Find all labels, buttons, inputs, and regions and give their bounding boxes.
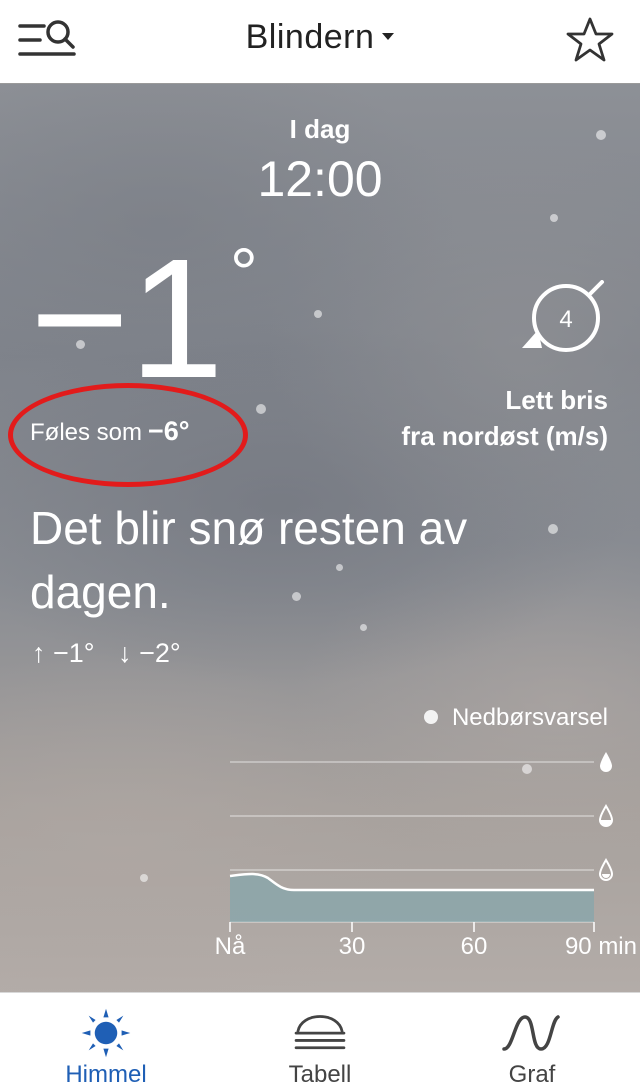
- max-temperature: ↑ −1°: [32, 638, 95, 668]
- precipitation-label: Nedbørsvarsel: [451, 704, 608, 731]
- location-name: Blindern: [245, 18, 375, 56]
- radar-dot-icon: [423, 709, 438, 724]
- snowflake: [360, 624, 367, 631]
- snowflake: [140, 874, 148, 882]
- table-cloud-icon: [294, 1015, 346, 1050]
- wind-direction: fra nordøst (m/s): [401, 421, 608, 451]
- x-label-60: 60: [461, 933, 488, 960]
- app-header: Blindern: [0, 0, 640, 84]
- forecast-day: I dag: [289, 114, 351, 144]
- tab-label-tabell: Tabell: [288, 1061, 352, 1088]
- drop-light-icon: [598, 858, 614, 881]
- tab-himmel[interactable]: Himmel: [40, 993, 172, 1091]
- min-max-temperature: ↑ −1° ↓ −2°: [32, 638, 197, 669]
- highlight-annotation: [8, 383, 248, 487]
- tab-label-himmel: Himmel: [65, 1061, 147, 1088]
- weather-summary: Det blir snø resten av dagen.: [30, 502, 468, 618]
- degree-symbol: °: [229, 234, 258, 312]
- forecast-time: 12:00: [257, 151, 383, 207]
- precipitation-chart[interactable]: Nå 30 60 90 min: [214, 744, 640, 964]
- x-label-30: 30: [339, 933, 366, 960]
- x-label-90: 90 min: [565, 933, 637, 960]
- tab-tabell[interactable]: Tabell: [254, 993, 386, 1091]
- weather-sky-panel[interactable]: I dag 12:00 −1° Føles som −6° 4 Lett bris…: [0, 84, 640, 992]
- star-icon[interactable]: [566, 16, 614, 64]
- drop-medium-icon: [598, 804, 614, 827]
- drop-heavy-icon: [600, 752, 612, 772]
- precipitation-legend[interactable]: Nedbørsvarsel: [423, 704, 608, 732]
- graph-wave-icon: [502, 1015, 560, 1051]
- precipitation-line: [229, 872, 594, 892]
- sun-icon: [81, 1008, 131, 1058]
- snowflake: [550, 214, 558, 222]
- wind-speed: 4: [559, 306, 572, 333]
- precipitation-area: [230, 874, 594, 922]
- snowflake: [548, 524, 558, 534]
- wind-direction-icon: 4: [522, 280, 604, 352]
- tab-label-graf: Graf: [508, 1061, 556, 1088]
- tab-bar: Himmel Tabell Graf: [0, 992, 640, 1091]
- caret-down-icon: [382, 32, 395, 40]
- x-label-now: Nå: [215, 933, 246, 960]
- min-temperature: ↓ −2°: [118, 638, 181, 668]
- wind-strength: Lett bris: [505, 385, 608, 415]
- tab-graf[interactable]: Graf: [466, 993, 598, 1091]
- wind-description: Lett bris fra nordøst (m/s): [401, 382, 608, 454]
- snowflake: [314, 310, 322, 318]
- location-selector[interactable]: Blindern: [0, 18, 640, 57]
